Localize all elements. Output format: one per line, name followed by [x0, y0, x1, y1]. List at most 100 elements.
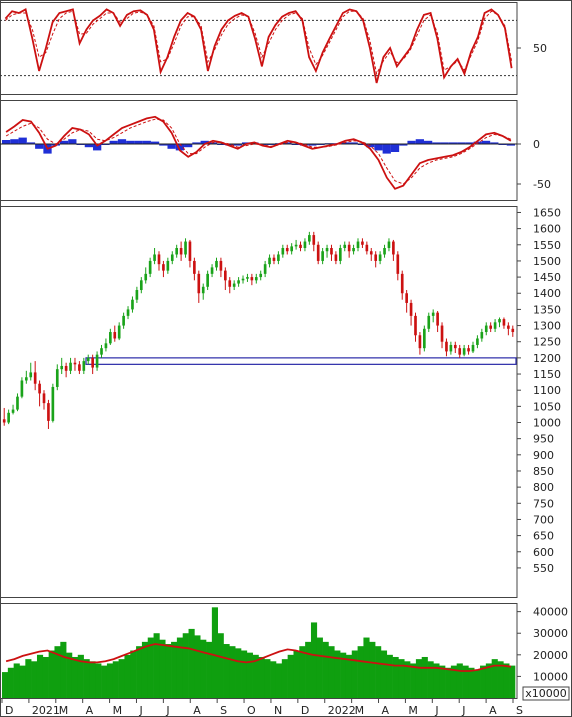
- y-tick-label: 1150: [533, 368, 561, 381]
- candle-body: [471, 344, 475, 352]
- x-tick-label: 2022: [328, 704, 356, 717]
- y-tick-label: 950: [533, 433, 554, 446]
- candle-body: [458, 348, 462, 355]
- candle-body: [308, 235, 311, 242]
- candle-body: [29, 372, 33, 378]
- y-tick-label: 600: [533, 546, 554, 559]
- candle-body: [232, 283, 236, 287]
- candle-body: [86, 357, 90, 362]
- candle-body: [228, 280, 232, 287]
- candle-body: [73, 362, 77, 365]
- volume-bar: [264, 659, 271, 698]
- volume-bar: [200, 639, 207, 698]
- volume-bar: [281, 659, 288, 698]
- candle-body: [400, 273, 404, 294]
- macd-histogram-bar: [2, 140, 11, 144]
- volume-bar: [316, 637, 323, 698]
- candle-body: [210, 267, 214, 274]
- volume-bar: [153, 633, 160, 698]
- candle-body: [42, 393, 46, 404]
- volume-bar: [293, 650, 300, 698]
- candle-body: [24, 377, 28, 381]
- candle-body: [109, 332, 112, 344]
- volume-bar: [258, 656, 265, 698]
- candle-body: [166, 260, 170, 271]
- candle-body: [449, 344, 453, 352]
- candle-body: [55, 369, 59, 387]
- y-tick-label: 40000: [533, 606, 568, 619]
- volume-bar: [439, 665, 446, 698]
- volume-bar: [124, 654, 131, 698]
- volume-bar: [235, 648, 242, 698]
- volume-bar: [159, 639, 166, 698]
- volume-bar: [48, 650, 55, 698]
- volume-bar: [380, 650, 388, 698]
- candle-body: [104, 343, 108, 349]
- volume-bar: [410, 663, 417, 698]
- volume-bar: [427, 661, 434, 698]
- candle-body: [294, 244, 298, 247]
- candle-body: [95, 354, 99, 368]
- candle-body: [237, 280, 240, 284]
- x-tick-label: D: [301, 704, 309, 717]
- macd-histogram-bar: [415, 139, 424, 144]
- volume-bar: [217, 633, 224, 698]
- x-tick-label: J: [138, 704, 142, 717]
- y-tick-label: 1500: [533, 255, 561, 268]
- volume-bar: [415, 659, 423, 698]
- stock-chart: 50 0 -50 550 600 650 700 750 800 850 900 950 1000 105…: [0, 0, 572, 717]
- candle-body: [162, 264, 165, 271]
- y-tick-label: 1050: [533, 400, 561, 413]
- candle-body: [338, 248, 342, 261]
- candle-body: [47, 403, 50, 421]
- volume-bar: [25, 659, 32, 698]
- candle-body: [409, 302, 413, 316]
- volume-bar: [345, 654, 353, 698]
- volume-bar: [206, 641, 213, 698]
- volume-bar: [369, 641, 376, 698]
- volume-bar: [1, 672, 9, 698]
- volume-bar: [241, 650, 248, 698]
- candle-body: [347, 244, 351, 252]
- y-tick-label: -50: [533, 178, 551, 191]
- candle-body: [197, 273, 201, 294]
- volume-bar: [299, 646, 306, 698]
- y-tick-label: 800: [533, 481, 554, 494]
- volume-bar: [194, 635, 201, 698]
- y-tick-label: 1550: [533, 239, 561, 252]
- volume-bar: [392, 656, 399, 698]
- volume-bar: [421, 656, 428, 698]
- volume-bar: [305, 641, 312, 698]
- candle-body: [480, 332, 484, 339]
- y-tick-label: 30000: [533, 627, 568, 640]
- candle-body: [285, 248, 289, 252]
- candle-body: [38, 383, 41, 394]
- candle-body: [184, 241, 187, 255]
- macd-histogram-bar: [18, 137, 27, 144]
- candle-body: [325, 248, 329, 252]
- candle-body: [467, 348, 470, 352]
- candle-body: [476, 338, 479, 345]
- candle-body: [405, 293, 408, 303]
- y-tick-label: 550: [533, 562, 554, 575]
- volume-bar: [287, 654, 294, 698]
- volume-bar: [13, 663, 20, 698]
- volume-bar: [89, 661, 96, 698]
- x-tick-label: A: [382, 704, 390, 717]
- candle-body: [511, 328, 515, 333]
- x-tick-label: N: [274, 704, 282, 717]
- candle-body: [241, 278, 245, 281]
- volume-bar: [456, 663, 463, 698]
- candle-body: [82, 361, 86, 371]
- candle-body: [303, 241, 307, 249]
- candle-body: [290, 246, 293, 252]
- candle-body: [330, 248, 333, 255]
- candle-body: [78, 364, 81, 371]
- x-tick-label: A: [86, 704, 94, 717]
- candle-body: [33, 372, 37, 384]
- volume-bar: [229, 646, 236, 698]
- macd-histogram-bar: [374, 144, 383, 151]
- candle-body: [493, 322, 497, 329]
- y-tick-label: 20000: [533, 649, 568, 662]
- candle-body: [206, 273, 209, 287]
